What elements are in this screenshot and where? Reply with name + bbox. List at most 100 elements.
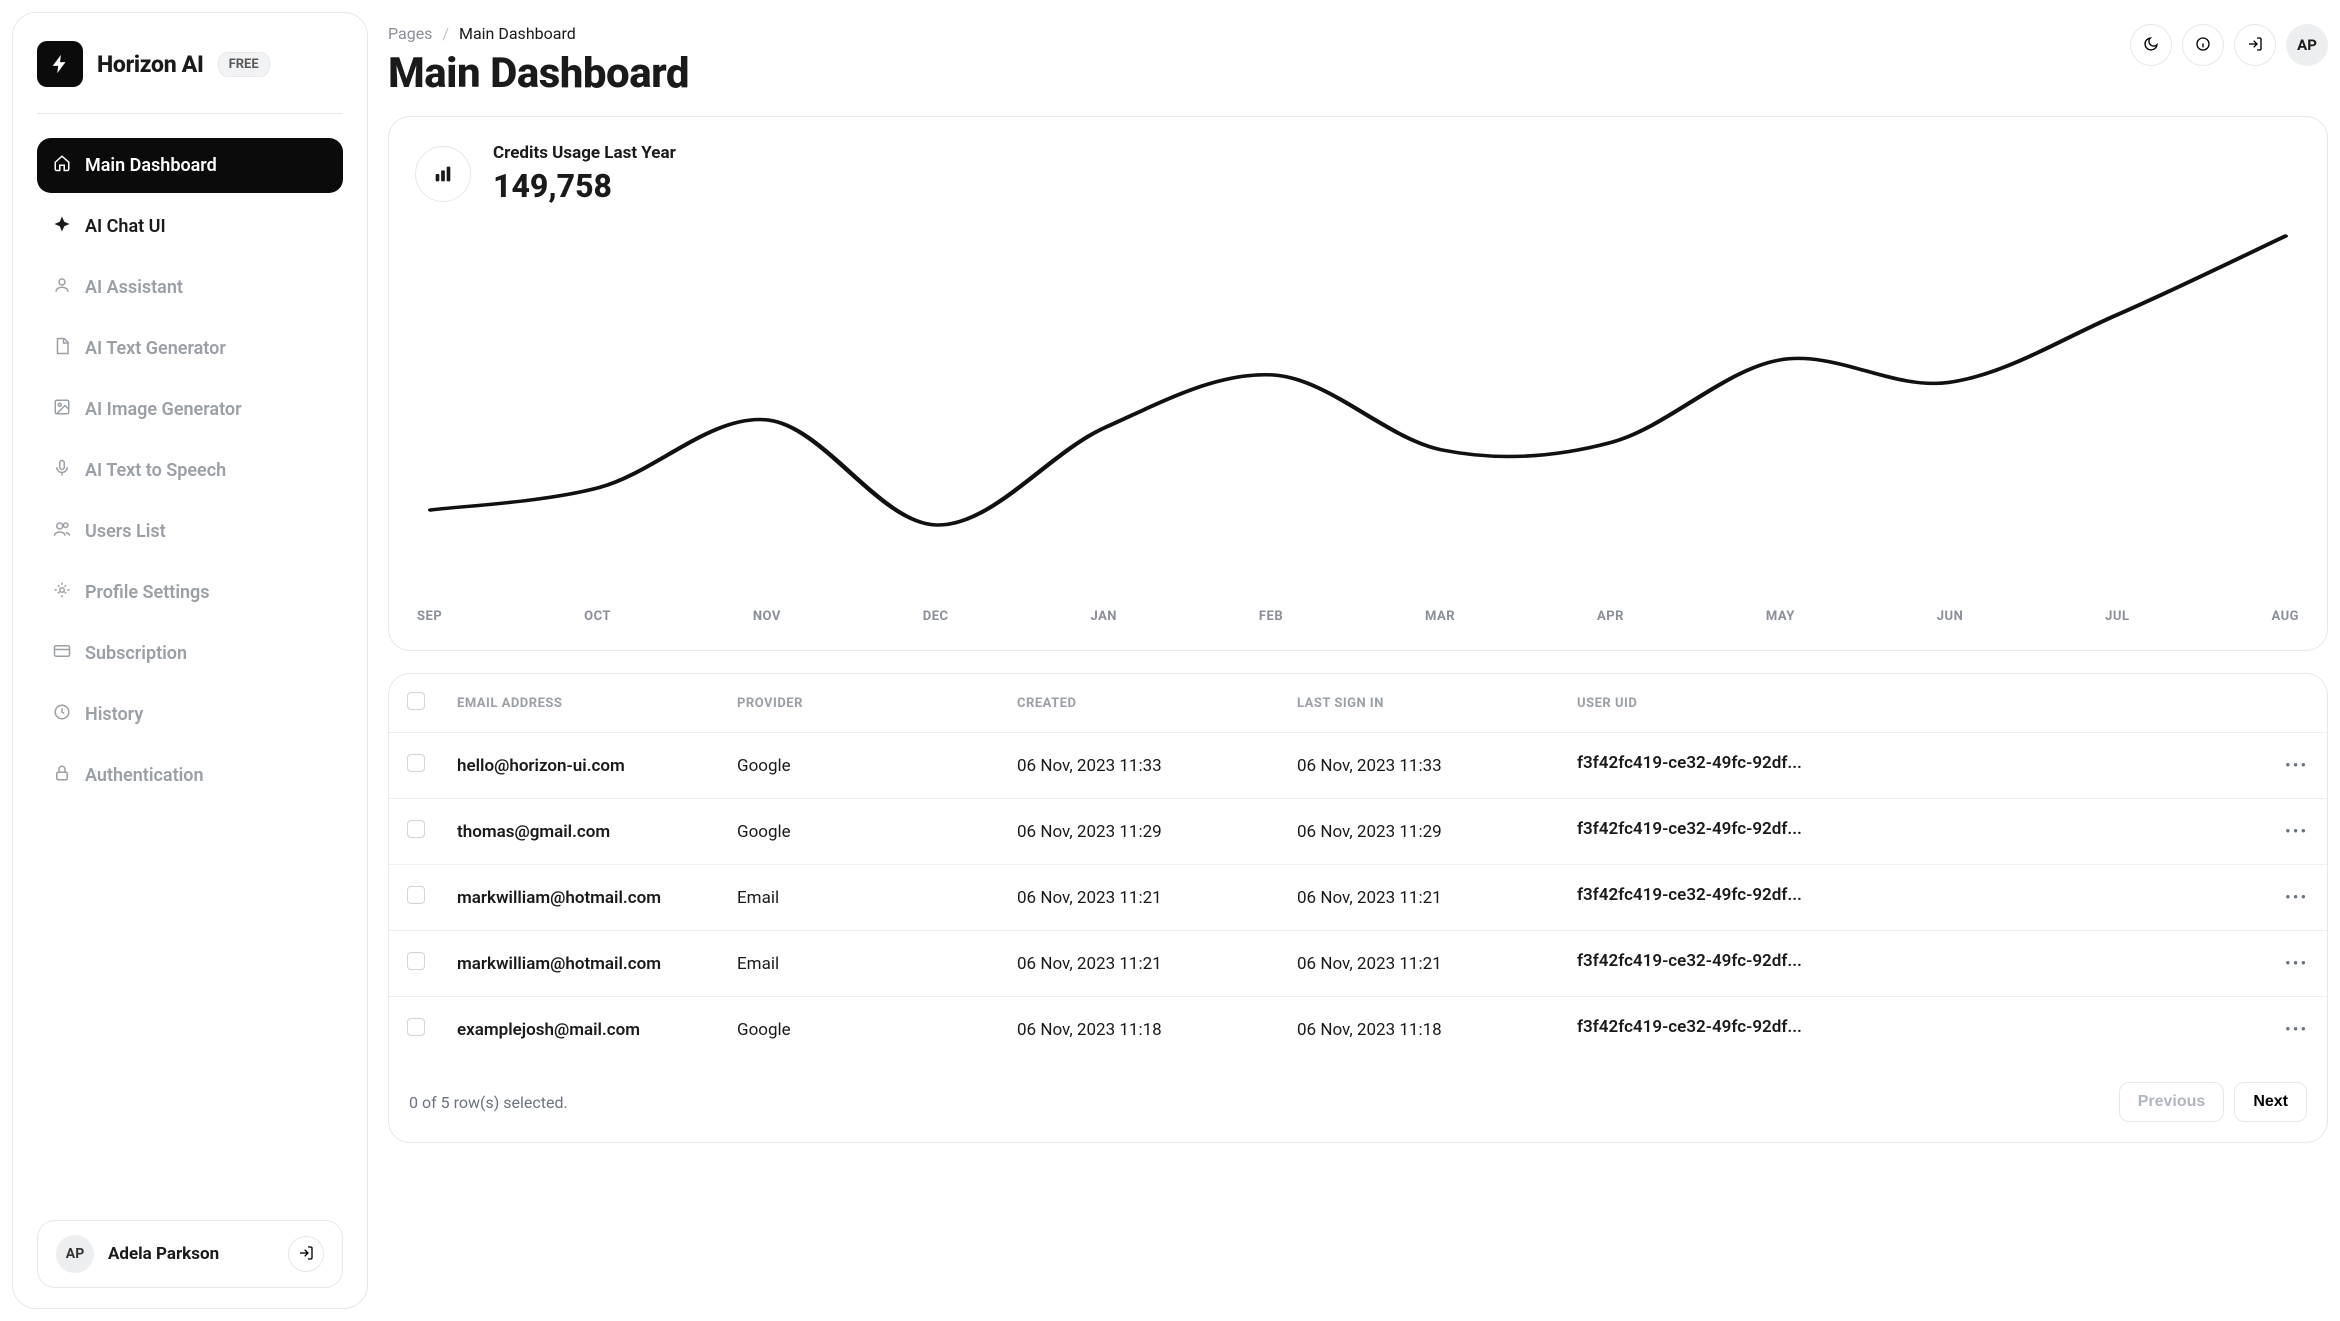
row-checkbox[interactable] (407, 820, 425, 838)
users-table-card: EMAIL ADDRESS PROVIDER CREATED LAST SIGN… (388, 673, 2328, 1143)
sidebar-item-label: Profile Settings (85, 582, 210, 603)
top-actions: AP (2130, 24, 2328, 66)
document-icon (53, 337, 71, 360)
cell-created: 06 Nov, 2023 11:29 (999, 799, 1279, 865)
cell-created: 06 Nov, 2023 11:21 (999, 865, 1279, 931)
previous-button[interactable]: Previous (2119, 1082, 2225, 1122)
chart-tick-label: OCT (584, 609, 611, 624)
sidebar-item-main-dashboard[interactable]: Main Dashboard (37, 138, 343, 193)
sidebar-item-subscription[interactable]: Subscription (37, 626, 343, 681)
cell-email: markwilliam@hotmail.com (439, 931, 719, 997)
breadcrumb-current: Main Dashboard (459, 24, 576, 43)
cell-uid: f3f42fc419-ce32-49fc-92df... (1559, 997, 2267, 1063)
chart-value: 149,758 (493, 167, 676, 205)
cell-uid: f3f42fc419-ce32-49fc-92df... (1559, 733, 2267, 799)
cell-uid: f3f42fc419-ce32-49fc-92df... (1559, 799, 2267, 865)
exit-button[interactable] (2234, 24, 2276, 66)
exit-icon (2247, 36, 2263, 55)
cell-provider: Email (719, 865, 999, 931)
row-checkbox[interactable] (407, 952, 425, 970)
logout-button[interactable] (288, 1236, 324, 1272)
row-menu-button[interactable]: ••• (2267, 799, 2327, 865)
chart-tick-label: MAY (1766, 609, 1795, 624)
cell-provider: Email (719, 931, 999, 997)
bar-chart-icon (415, 146, 471, 202)
theme-toggle-button[interactable] (2130, 24, 2172, 66)
topbar: Pages / Main Dashboard Main Dashboard AP (388, 12, 2328, 116)
bolt-icon (37, 41, 83, 87)
chart-header: Credits Usage Last Year 149,758 (415, 143, 2301, 205)
sidebar-item-ai-assistant[interactable]: AI Assistant (37, 260, 343, 315)
col-user-uid[interactable]: USER UID (1559, 674, 2267, 733)
lock-icon (53, 764, 71, 787)
cell-email: hello@horizon-ui.com (439, 733, 719, 799)
user-name: Adela Parkson (108, 1244, 274, 1264)
info-icon (2195, 36, 2211, 55)
sparkle-icon (53, 215, 71, 238)
row-checkbox[interactable] (407, 1018, 425, 1036)
row-checkbox[interactable] (407, 754, 425, 772)
col-created[interactable]: CREATED (999, 674, 1279, 733)
cell-last-sign-in: 06 Nov, 2023 11:33 (1279, 733, 1559, 799)
sidebar-item-ai-image-generator[interactable]: AI Image Generator (37, 382, 343, 437)
chart-tick-label: APR (1597, 609, 1624, 624)
breadcrumb: Pages / Main Dashboard (388, 24, 689, 43)
row-menu-button[interactable]: ••• (2267, 997, 2327, 1063)
sidebar-item-profile-settings[interactable]: Profile Settings (37, 565, 343, 620)
gear-icon (53, 581, 71, 604)
page-title: Main Dashboard (388, 49, 689, 98)
table-row: hello@horizon-ui.comGoogle06 Nov, 2023 1… (389, 733, 2327, 799)
chart-card: Credits Usage Last Year 149,758 SEPOCTNO… (388, 116, 2328, 651)
logout-icon (298, 1245, 314, 1264)
row-menu-button[interactable]: ••• (2267, 931, 2327, 997)
cell-provider: Google (719, 733, 999, 799)
table-row: markwilliam@hotmail.comEmail06 Nov, 2023… (389, 931, 2327, 997)
brand-badge: FREE (218, 52, 270, 77)
sidebar-item-ai-chat-ui[interactable]: AI Chat UI (37, 199, 343, 254)
cell-email: markwilliam@hotmail.com (439, 865, 719, 931)
cell-uid: f3f42fc419-ce32-49fc-92df... (1559, 865, 2267, 931)
brand-name: Horizon AI (97, 51, 204, 78)
sidebar-item-authentication[interactable]: Authentication (37, 748, 343, 803)
cell-created: 06 Nov, 2023 11:33 (999, 733, 1279, 799)
sidebar-item-ai-text-generator[interactable]: AI Text Generator (37, 321, 343, 376)
table-row: thomas@gmail.comGoogle06 Nov, 2023 11:29… (389, 799, 2327, 865)
select-all-checkbox[interactable] (407, 692, 425, 710)
chart-tick-label: AUG (2271, 609, 2299, 624)
users-table: EMAIL ADDRESS PROVIDER CREATED LAST SIGN… (389, 674, 2327, 1062)
table-row: markwilliam@hotmail.comEmail06 Nov, 2023… (389, 865, 2327, 931)
row-checkbox[interactable] (407, 886, 425, 904)
sidebar: Horizon AI FREE Main Dashboard AI Chat U… (12, 12, 368, 1309)
cell-email: examplejosh@mail.com (439, 997, 719, 1063)
chart-canvas (415, 215, 2301, 595)
pagination: Previous Next (2119, 1082, 2307, 1122)
table-row: examplejosh@mail.comGoogle06 Nov, 2023 1… (389, 997, 2327, 1063)
chart-line (431, 236, 2286, 525)
next-button[interactable]: Next (2234, 1082, 2307, 1122)
row-menu-button[interactable]: ••• (2267, 865, 2327, 931)
sidebar-item-users-list[interactable]: Users List (37, 504, 343, 559)
image-icon (53, 398, 71, 421)
brand-row: Horizon AI FREE (37, 41, 343, 114)
main: Pages / Main Dashboard Main Dashboard AP (388, 12, 2328, 1309)
col-email[interactable]: EMAIL ADDRESS (439, 674, 719, 733)
moon-icon (2143, 36, 2159, 55)
cell-provider: Google (719, 799, 999, 865)
breadcrumb-root[interactable]: Pages (388, 24, 432, 43)
chart-tick-label: FEB (1259, 609, 1283, 624)
chart-tick-label: JAN (1090, 609, 1117, 624)
col-last-sign-in[interactable]: LAST SIGN IN (1279, 674, 1559, 733)
cell-created: 06 Nov, 2023 11:18 (999, 997, 1279, 1063)
user-icon (53, 276, 71, 299)
users-icon (53, 520, 71, 543)
sidebar-item-history[interactable]: History (37, 687, 343, 742)
row-menu-button[interactable]: ••• (2267, 733, 2327, 799)
header-avatar[interactable]: AP (2286, 24, 2328, 66)
info-button[interactable] (2182, 24, 2224, 66)
sidebar-item-label: AI Text Generator (85, 338, 226, 359)
cell-last-sign-in: 06 Nov, 2023 11:29 (1279, 799, 1559, 865)
cell-last-sign-in: 06 Nov, 2023 11:18 (1279, 997, 1559, 1063)
chart-titles: Credits Usage Last Year 149,758 (493, 143, 676, 205)
sidebar-item-ai-text-to-speech[interactable]: AI Text to Speech (37, 443, 343, 498)
col-provider[interactable]: PROVIDER (719, 674, 999, 733)
